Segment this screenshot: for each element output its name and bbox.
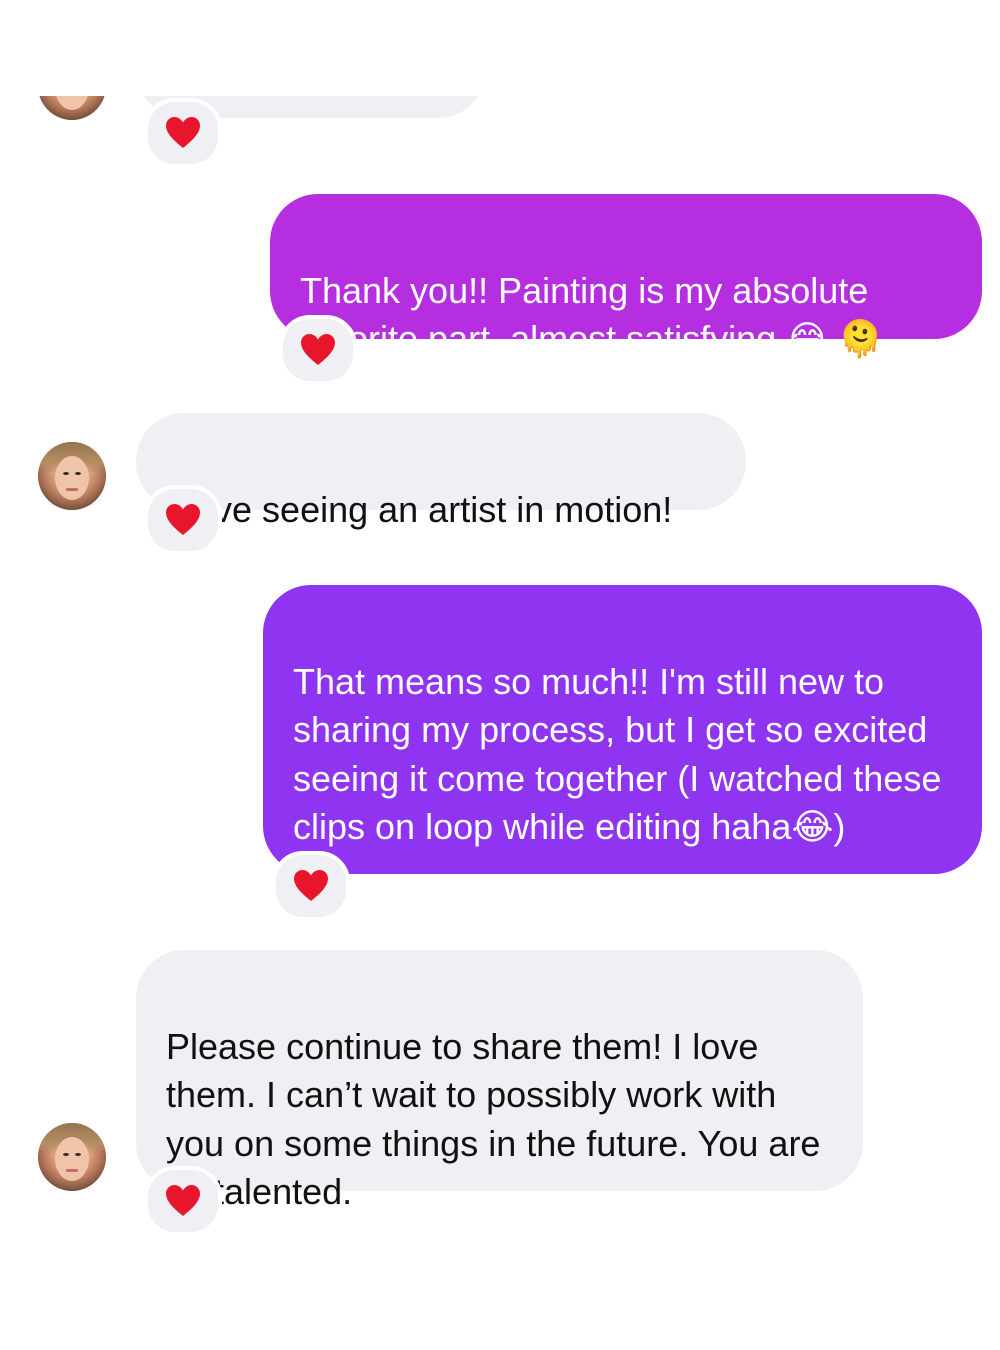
heart-icon bbox=[166, 117, 200, 148]
outgoing-message-bubble[interactable]: Thank you!! Painting is my absolute favo… bbox=[270, 194, 982, 359]
scroll-mask bbox=[0, 0, 1000, 96]
incoming-message-bubble[interactable]: I love seeing an artist in motion! bbox=[136, 413, 746, 530]
outgoing-message-bubble[interactable]: That means so much!! I'm still new to sh… bbox=[263, 585, 982, 874]
message-text: That means so much!! I'm still new to sh… bbox=[293, 660, 942, 848]
heart-reaction[interactable] bbox=[144, 1166, 222, 1236]
message-text: I love seeing an artist in motion! bbox=[166, 488, 673, 530]
incoming-message-bubble[interactable]: Please continue to share them! I love th… bbox=[136, 950, 863, 1212]
heart-reaction[interactable] bbox=[144, 485, 222, 555]
heart-reaction[interactable] bbox=[272, 851, 350, 921]
heart-icon bbox=[294, 870, 328, 901]
heart-icon bbox=[301, 334, 335, 365]
heart-reaction[interactable] bbox=[144, 98, 222, 168]
avatar[interactable] bbox=[38, 442, 106, 510]
message-thread: Thank you!! Painting is my absolute favo… bbox=[0, 0, 1000, 1350]
avatar[interactable] bbox=[38, 1123, 106, 1191]
heart-reaction[interactable] bbox=[279, 315, 357, 385]
message-text: Thank you!! Painting is my absolute favo… bbox=[300, 269, 884, 360]
heart-icon bbox=[166, 504, 200, 535]
heart-icon bbox=[166, 1185, 200, 1216]
message-text: Please continue to share them! I love th… bbox=[166, 1025, 821, 1213]
